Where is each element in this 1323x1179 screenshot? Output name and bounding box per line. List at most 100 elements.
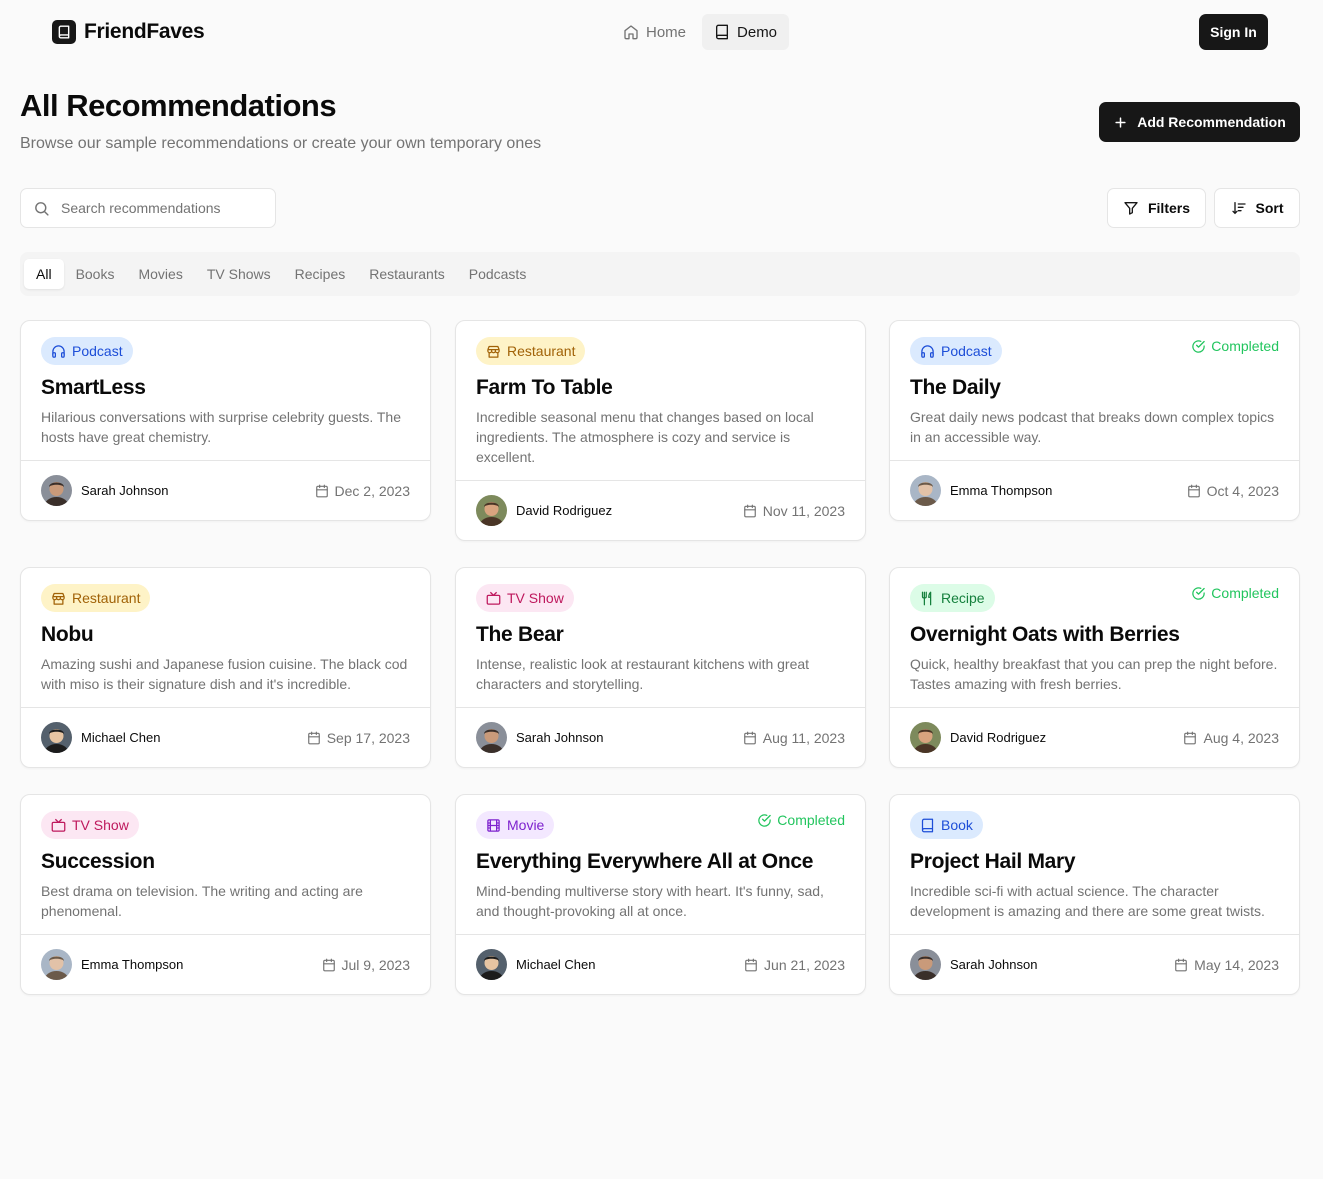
completed-status: Completed <box>757 812 845 828</box>
recommendation-card-smartless[interactable]: Podcast SmartLess Hilarious conversations … <box>20 320 431 521</box>
add-recommendation-button[interactable]: Add Recommendation <box>1099 102 1300 142</box>
headphones-icon <box>920 344 935 359</box>
card-description: Incredible seasonal menu that changes ba… <box>476 409 814 465</box>
sort-icon <box>1231 200 1247 216</box>
tab-movies[interactable]: Movies <box>126 259 194 289</box>
card-title: Project Hail Mary <box>910 850 1076 873</box>
date-label: Nov 11, 2023 <box>762 502 845 519</box>
search-input[interactable] <box>61 200 261 216</box>
category-label: Podcast <box>72 343 123 359</box>
user-name: Sarah Johnson <box>81 483 169 498</box>
avatar <box>476 949 507 980</box>
search-box <box>20 188 276 228</box>
avatar <box>910 475 941 506</box>
category-badge: Restaurant <box>41 584 151 612</box>
recommender: David Rodriguez <box>910 722 1046 753</box>
nav-demo[interactable]: Demo <box>702 14 790 50</box>
avatar <box>476 722 507 753</box>
tab-podcasts[interactable]: Podcasts <box>457 259 539 289</box>
category-label: TV Show <box>507 590 564 606</box>
avatar <box>41 722 72 753</box>
page-subtitle: Browse our sample recommendations or cre… <box>20 135 542 152</box>
tab-restaurants[interactable]: Restaurants <box>357 259 456 289</box>
avatar <box>41 475 72 506</box>
tab-books[interactable]: Books <box>64 259 127 289</box>
avatar <box>41 949 72 980</box>
card-title: Farm To Table <box>476 376 613 399</box>
user-name: Michael Chen <box>516 957 596 972</box>
sort-label: Sort <box>1255 200 1284 216</box>
sign-in-button[interactable]: Sign In <box>1199 14 1268 50</box>
user-name: Emma Thompson <box>81 957 184 972</box>
top-nav-bar: FriendFaves Home Demo Sign In <box>0 0 1323 64</box>
recommender: Emma Thompson <box>41 949 183 980</box>
recommendation-card-farm-to-table[interactable]: Restaurant Farm To Table Incredible season… <box>455 320 866 541</box>
card-footer: David Rodriguez Nov 11, 2023 <box>456 480 865 540</box>
page-title: All Recommendations <box>20 88 337 123</box>
user-name: David Rodriguez <box>516 503 613 518</box>
recommendation-card-nobu[interactable]: Restaurant Nobu Amazing sushi and Japanese… <box>20 567 431 768</box>
card-date: May 14, 2023 <box>1174 957 1279 973</box>
card-description: Quick, healthy breakfast that you can pr… <box>910 656 1278 692</box>
card-description: Intense, realistic look at restaurant ki… <box>476 656 810 692</box>
completed-label: Completed <box>1211 585 1279 601</box>
book-icon <box>714 24 730 40</box>
nav-demo-label: Demo <box>737 23 778 41</box>
main-nav: Home Demo <box>611 14 790 50</box>
check-circle-icon <box>1191 586 1206 601</box>
recommender: Sarah Johnson <box>41 475 168 506</box>
card-date: Aug 11, 2023 <box>743 730 845 746</box>
completed-label: Completed <box>777 812 845 828</box>
recommendation-card-everything-everywhere-all-at-once[interactable]: Movie Completed Everything Everywhere All … <box>455 794 866 995</box>
card-date: Dec 2, 2023 <box>315 483 410 499</box>
card-description: Mind-bending multiverse story with heart… <box>476 883 824 919</box>
calendar-icon <box>307 731 321 745</box>
tab-recipes[interactable]: Recipes <box>283 259 358 289</box>
recommender: Michael Chen <box>41 722 161 753</box>
app-logo[interactable]: FriendFaves <box>52 20 205 44</box>
category-badge: Podcast <box>910 337 1002 365</box>
card-footer: David Rodriguez Aug 4, 2023 <box>890 707 1299 767</box>
category-badge: Book <box>910 811 983 839</box>
book-icon <box>920 818 935 833</box>
recommender: David Rodriguez <box>476 495 612 526</box>
category-label: Restaurant <box>507 343 576 359</box>
card-date: Aug 4, 2023 <box>1183 730 1279 746</box>
tv-icon <box>51 818 66 833</box>
headphones-icon <box>51 344 66 359</box>
date-label: Sep 17, 2023 <box>326 729 410 746</box>
recommender: Emma Thompson <box>910 475 1052 506</box>
check-circle-icon <box>757 813 772 828</box>
plus-icon <box>1113 115 1128 130</box>
category-badge: Movie <box>476 811 555 839</box>
calendar-icon <box>744 958 758 972</box>
tab-tv-shows[interactable]: TV Shows <box>195 259 283 289</box>
category-label: Book <box>941 817 973 833</box>
card-description: Incredible sci-fi with actual science. T… <box>910 883 1265 919</box>
completed-status: Completed <box>1191 338 1279 354</box>
recommendation-card-overnight-oats-with-berries[interactable]: Recipe Completed Overnight Oats with Berri… <box>889 567 1300 768</box>
filters-label: Filters <box>1147 200 1190 216</box>
filters-button[interactable]: Filters <box>1107 188 1206 228</box>
user-name: Michael Chen <box>81 730 161 745</box>
user-name: David Rodriguez <box>950 730 1047 745</box>
recommendation-card-the-daily[interactable]: Podcast Completed The Daily Great daily new… <box>889 320 1300 521</box>
date-label: Aug 4, 2023 <box>1203 729 1279 746</box>
date-label: Aug 11, 2023 <box>762 729 845 746</box>
card-description: Best drama on television. The writing an… <box>41 883 363 919</box>
store-icon <box>51 591 66 606</box>
category-label: Podcast <box>941 343 992 359</box>
calendar-icon <box>315 484 329 498</box>
recommendation-card-project-hail-mary[interactable]: Book Project Hail Mary Incredible sci-fi w… <box>889 794 1300 995</box>
tab-all[interactable]: All <box>24 259 64 289</box>
nav-home[interactable]: Home <box>611 14 698 50</box>
card-title: SmartLess <box>41 376 146 399</box>
sort-button[interactable]: Sort <box>1214 188 1300 228</box>
calendar-icon <box>1183 731 1197 745</box>
card-title: Succession <box>41 850 155 873</box>
calendar-icon <box>322 958 336 972</box>
recommendation-card-the-bear[interactable]: TV Show The Bear Intense, realistic look a… <box>455 567 866 768</box>
card-footer: Michael Chen Sep 17, 2023 <box>21 707 430 767</box>
recommendation-card-succession[interactable]: TV Show Succession Best drama on televisio… <box>20 794 431 995</box>
card-title: Nobu <box>41 623 94 646</box>
